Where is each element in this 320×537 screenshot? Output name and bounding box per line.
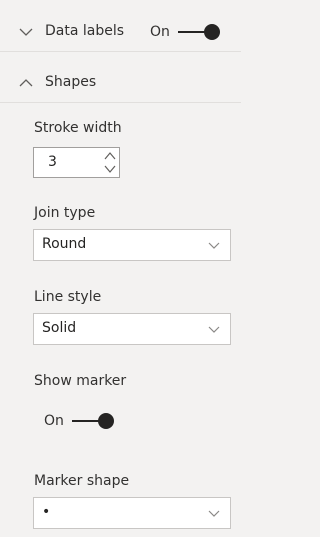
data-labels-toggle[interactable]: On bbox=[150, 24, 220, 40]
chevron-down-icon bbox=[208, 326, 220, 333]
toggle-switch[interactable] bbox=[71, 413, 114, 429]
marker-shape-label: Marker shape bbox=[34, 473, 130, 489]
join-type-label: Join type bbox=[34, 205, 96, 221]
chevron-down-icon bbox=[19, 28, 33, 36]
marker-shape-dropdown[interactable]: • bbox=[33, 497, 231, 529]
caret-up-icon[interactable] bbox=[104, 151, 116, 161]
show-marker-toggle-label: On bbox=[44, 413, 64, 429]
data-labels-toggle-label: On bbox=[150, 24, 170, 40]
stroke-width-label: Stroke width bbox=[34, 120, 122, 136]
join-type-value: Round bbox=[42, 236, 87, 252]
show-marker-toggle[interactable]: On bbox=[44, 413, 114, 429]
toggle-switch[interactable] bbox=[177, 24, 220, 40]
data-labels-title: Data labels bbox=[45, 23, 125, 39]
format-pane: Data labels On Shapes Stroke width 3 Joi… bbox=[0, 0, 241, 537]
line-style-dropdown[interactable]: Solid bbox=[33, 313, 231, 345]
line-style-value: Solid bbox=[42, 320, 77, 336]
line-style-label: Line style bbox=[34, 289, 102, 305]
shapes-title: Shapes bbox=[45, 74, 97, 90]
join-type-dropdown[interactable]: Round bbox=[33, 229, 231, 261]
stroke-width-value[interactable]: 3 bbox=[48, 154, 57, 170]
toggle-knob bbox=[97, 413, 114, 429]
marker-shape-value: • bbox=[42, 504, 51, 520]
chevron-up-icon bbox=[19, 79, 33, 87]
show-marker-label: Show marker bbox=[34, 373, 127, 389]
chevron-down-icon bbox=[208, 242, 220, 249]
stroke-width-stepper[interactable]: 3 bbox=[33, 147, 120, 178]
shapes-section-header[interactable]: Shapes bbox=[0, 63, 241, 103]
caret-down-icon[interactable] bbox=[104, 164, 116, 174]
data-labels-section-header[interactable]: Data labels On bbox=[0, 12, 241, 52]
toggle-knob bbox=[203, 24, 220, 40]
chevron-down-icon bbox=[208, 510, 220, 517]
